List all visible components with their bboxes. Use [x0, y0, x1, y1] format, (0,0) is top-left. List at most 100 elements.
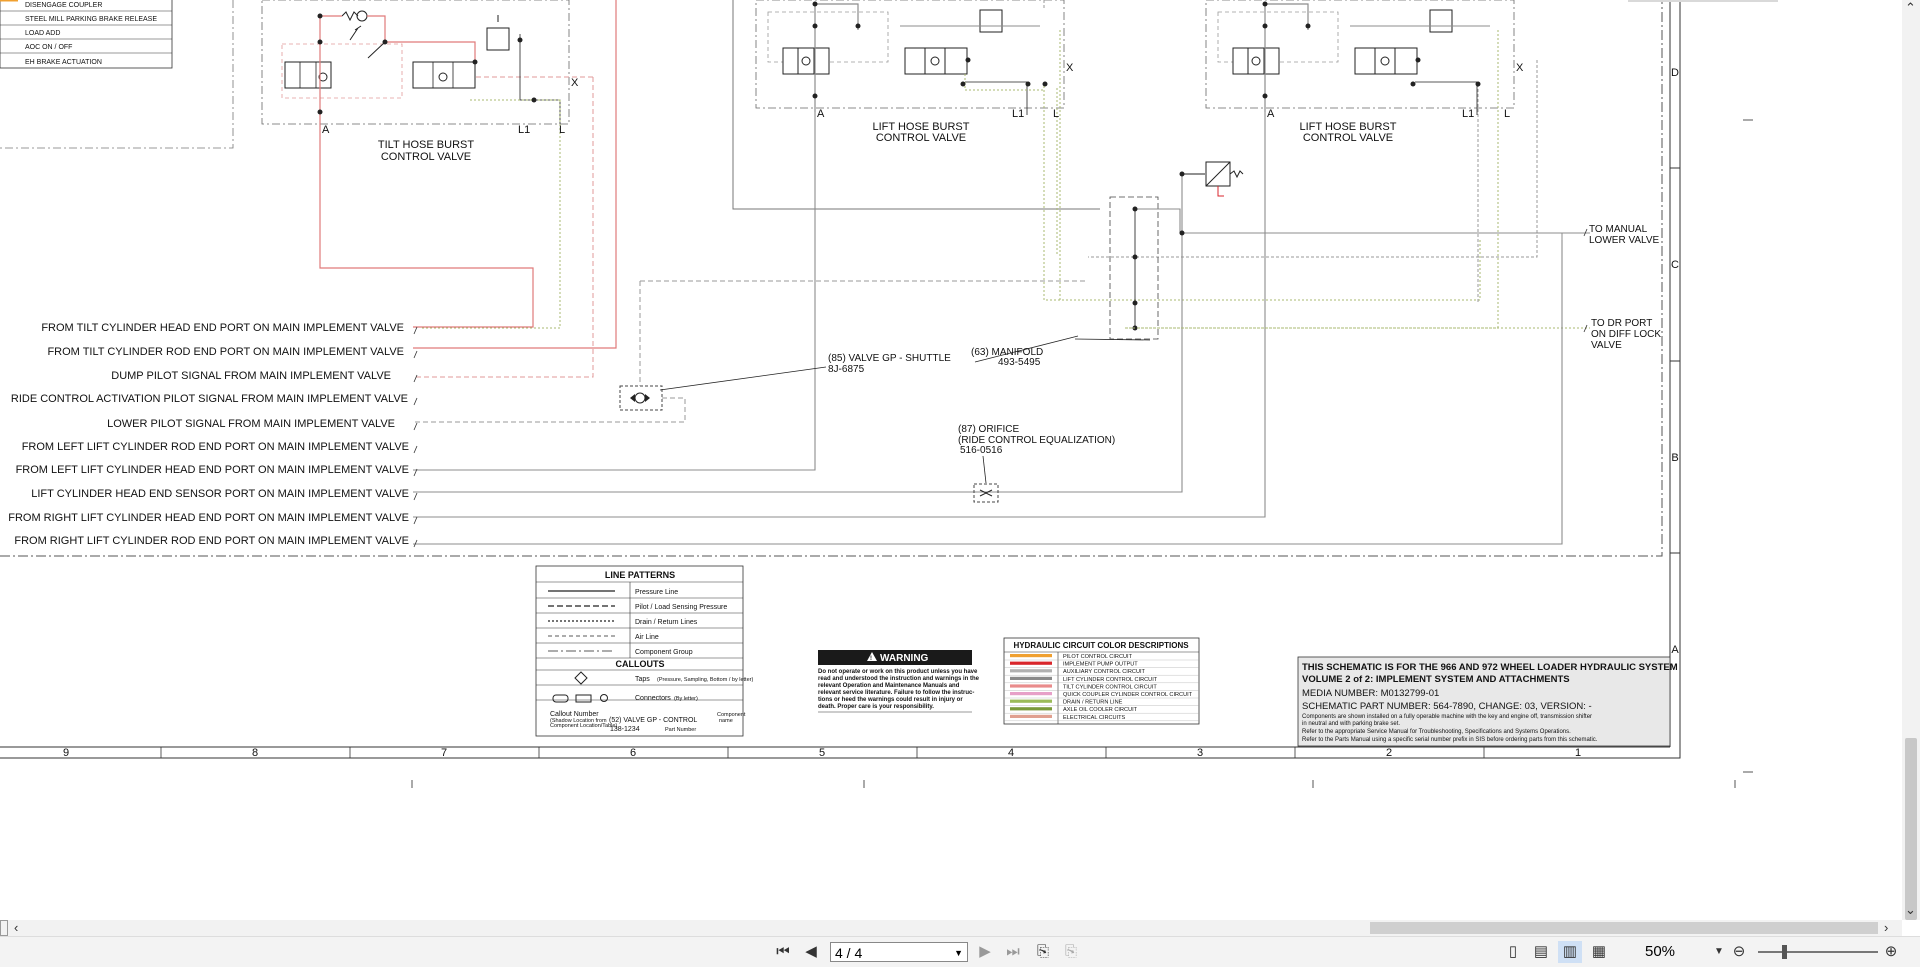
- column-number: 2: [1386, 747, 1392, 759]
- svg-text:Component Location/Table): Component Location/Table): [550, 723, 617, 729]
- svg-text:HYDRAULIC CIRCUIT COLOR DESCRI: HYDRAULIC CIRCUIT COLOR DESCRIPTIONS: [1013, 641, 1189, 650]
- page-selector[interactable]: 4 / 4 ▼: [830, 942, 968, 962]
- callout: (85) VALVE GP - SHUTTLE: [828, 353, 951, 364]
- zoom-out-icon[interactable]: ⊖: [1728, 941, 1750, 963]
- zoom-level[interactable]: 50%: [1645, 941, 1675, 963]
- zone-letter: A: [1671, 644, 1679, 656]
- port-label: L: [1504, 108, 1510, 120]
- color-label: QUICK COUPLER CYLINDER CONTROL CIRCUIT: [1063, 692, 1193, 698]
- port-label: L1: [1012, 108, 1024, 120]
- svg-text:Components are shown installed: Components are shown installed on a full…: [1302, 714, 1592, 720]
- valve-title: CONTROL VALVE: [1303, 132, 1393, 144]
- color-swatch: [1010, 669, 1052, 673]
- zoom-slider-knob[interactable]: [1782, 945, 1787, 959]
- title-line: THIS SCHEMATIC IS FOR THE 966 AND 972 WH…: [1302, 662, 1678, 673]
- callout: TO DR PORT: [1591, 318, 1652, 329]
- callout: 8J-6875: [828, 364, 865, 375]
- callout: 516-0516: [960, 445, 1003, 456]
- scroll-up-icon[interactable]: ⌃: [1905, 0, 1916, 16]
- legend-row: EH BRAKE ACTUATION: [25, 59, 102, 66]
- callout: 493-5495: [998, 357, 1041, 368]
- color-label: AXLE OIL COOLER CIRCUIT: [1063, 707, 1138, 713]
- hydraulic-schematic: DISENGAGE COUPLER STEEL MILL PARKING BRA…: [0, 0, 1778, 788]
- signal-label: FROM TILT CYLINDER HEAD END PORT ON MAIN…: [41, 322, 404, 334]
- svg-text:Air Line: Air Line: [635, 634, 659, 641]
- scroll-right-icon[interactable]: ›: [1884, 920, 1888, 936]
- zone-letter: C: [1671, 259, 1679, 271]
- zoom-dropdown-icon[interactable]: ▼: [1712, 941, 1726, 963]
- svg-text:(Pressure, Sampling, Bottom /: (Pressure, Sampling, Bottom / by letter): [657, 677, 753, 683]
- zone-letter: B: [1671, 452, 1678, 464]
- color-label: PILOT CONTROL CIRCUIT: [1063, 654, 1133, 660]
- legend-row: DISENGAGE COUPLER: [25, 2, 102, 9]
- svg-text:Taps: Taps: [635, 676, 650, 683]
- svg-text:relevant service literature. F: relevant service literature. Failure to …: [818, 690, 974, 696]
- signal-line-labels: FROM TILT CYLINDER HEAD END PORT ON MAIN…: [8, 322, 409, 547]
- svg-text:tions or heed the warnings cou: tions or heed the warnings could result …: [818, 697, 963, 703]
- svg-text:Pressure Line: Pressure Line: [635, 589, 678, 596]
- single-page-view-icon[interactable]: ▯: [1502, 941, 1524, 963]
- svg-text:Pilot / Load Sensing Pressure: Pilot / Load Sensing Pressure: [635, 604, 727, 611]
- color-label: TILT CYLINDER CONTROL CIRCUIT: [1063, 684, 1157, 690]
- svg-text:in neutral and with parking br: in neutral and with parking brake set.: [1302, 721, 1400, 727]
- color-swatch: [1010, 661, 1052, 665]
- column-number: 3: [1197, 747, 1203, 759]
- valve-title: CONTROL VALVE: [381, 151, 471, 163]
- column-number: 6: [630, 747, 636, 759]
- color-label: ELECTRICAL CIRCUITS: [1063, 715, 1126, 721]
- svg-text:(52) VALVE GP - CONTROL: (52) VALVE GP - CONTROL: [609, 717, 697, 724]
- orifice: [973, 455, 999, 503]
- svg-text:Part Number: Part Number: [665, 727, 696, 733]
- panel-toggle[interactable]: [0, 920, 8, 936]
- vertical-scroll-thumb[interactable]: [1905, 738, 1917, 920]
- signal-label: FROM TILT CYLINDER ROD END PORT ON MAIN …: [47, 346, 404, 358]
- signal-label: LOWER PILOT SIGNAL FROM MAIN IMPLEMENT V…: [107, 418, 395, 430]
- two-page-view-icon[interactable]: ▥: [1558, 941, 1582, 963]
- document-viewport[interactable]: DISENGAGE COUPLER STEEL MILL PARKING BRA…: [0, 0, 1920, 920]
- continuous-view-icon[interactable]: ▤: [1530, 941, 1552, 963]
- port-label: X: [571, 77, 579, 89]
- scroll-left-icon[interactable]: ‹: [14, 920, 18, 936]
- tilt-hose-burst-valve: A L1 L X TILT HOSE BURST CONTROL VALVE: [261, 0, 617, 378]
- callout: TO MANUAL: [1589, 224, 1648, 235]
- port-label: A: [322, 124, 330, 136]
- page-indicator: 4 / 4: [835, 945, 863, 961]
- prev-page-icon[interactable]: ◀: [800, 941, 822, 963]
- callout: (87) ORIFICE: [958, 424, 1019, 435]
- last-page-icon[interactable]: ⏭: [1002, 941, 1024, 963]
- horizontal-scroll-thumb[interactable]: [1370, 922, 1878, 934]
- signal-label: FROM RIGHT LIFT CYLINDER HEAD END PORT O…: [8, 512, 409, 524]
- column-number: 8: [252, 747, 258, 759]
- title-line: SCHEMATIC PART NUMBER: 564-7890, CHANGE:…: [1302, 701, 1592, 712]
- svg-text:relevant Operation and Mainten: relevant Operation and Maintenance Manua…: [818, 683, 960, 689]
- valve-title: CONTROL VALVE: [876, 132, 966, 144]
- valve-title: TILT HOSE BURST: [378, 139, 474, 151]
- two-page-continuous-icon[interactable]: ▦: [1588, 941, 1610, 963]
- color-swatch: [1010, 654, 1052, 658]
- svg-text:Connectors: Connectors: [635, 695, 671, 702]
- svg-text:death. Proper care is your res: death. Proper care is your responsibilit…: [818, 704, 934, 710]
- svg-text:Callout Number: Callout Number: [550, 711, 599, 718]
- callout: ON DIFF LOCK: [1591, 329, 1661, 340]
- legend-row: STEEL MILL PARKING BRAKE RELEASE: [25, 16, 157, 23]
- callout: VALVE: [1591, 340, 1622, 351]
- color-swatch: [1010, 707, 1052, 711]
- scroll-down-icon[interactable]: ⌄: [1905, 902, 1916, 918]
- color-descriptions: HYDRAULIC CIRCUIT COLOR DESCRIPTIONS PIL…: [1003, 637, 1200, 725]
- zoom-in-icon[interactable]: ⊕: [1880, 941, 1902, 963]
- port-label: L1: [1462, 108, 1474, 120]
- next-view-icon[interactable]: ⎘: [1060, 941, 1082, 963]
- callout: LOWER VALVE: [1589, 235, 1660, 246]
- previous-view-icon[interactable]: ⎘: [1032, 941, 1054, 963]
- column-number: 5: [819, 747, 825, 759]
- first-page-icon[interactable]: ⏮: [772, 941, 794, 963]
- color-label: IMPLEMENT PUMP OUTPUT: [1063, 662, 1138, 668]
- port-label: X: [1516, 62, 1524, 74]
- color-swatch: [1010, 684, 1052, 688]
- signal-label: RIDE CONTROL ACTIVATION PILOT SIGNAL FRO…: [11, 393, 408, 405]
- legend-row: LOAD ADD: [25, 30, 60, 37]
- next-page-icon[interactable]: ▶: [974, 941, 996, 963]
- zoom-slider[interactable]: [1758, 951, 1878, 953]
- svg-text:Refer to the Parts Manual usin: Refer to the Parts Manual using a specif…: [1302, 737, 1598, 743]
- signal-label: FROM LEFT LIFT CYLINDER HEAD END PORT ON…: [16, 464, 409, 476]
